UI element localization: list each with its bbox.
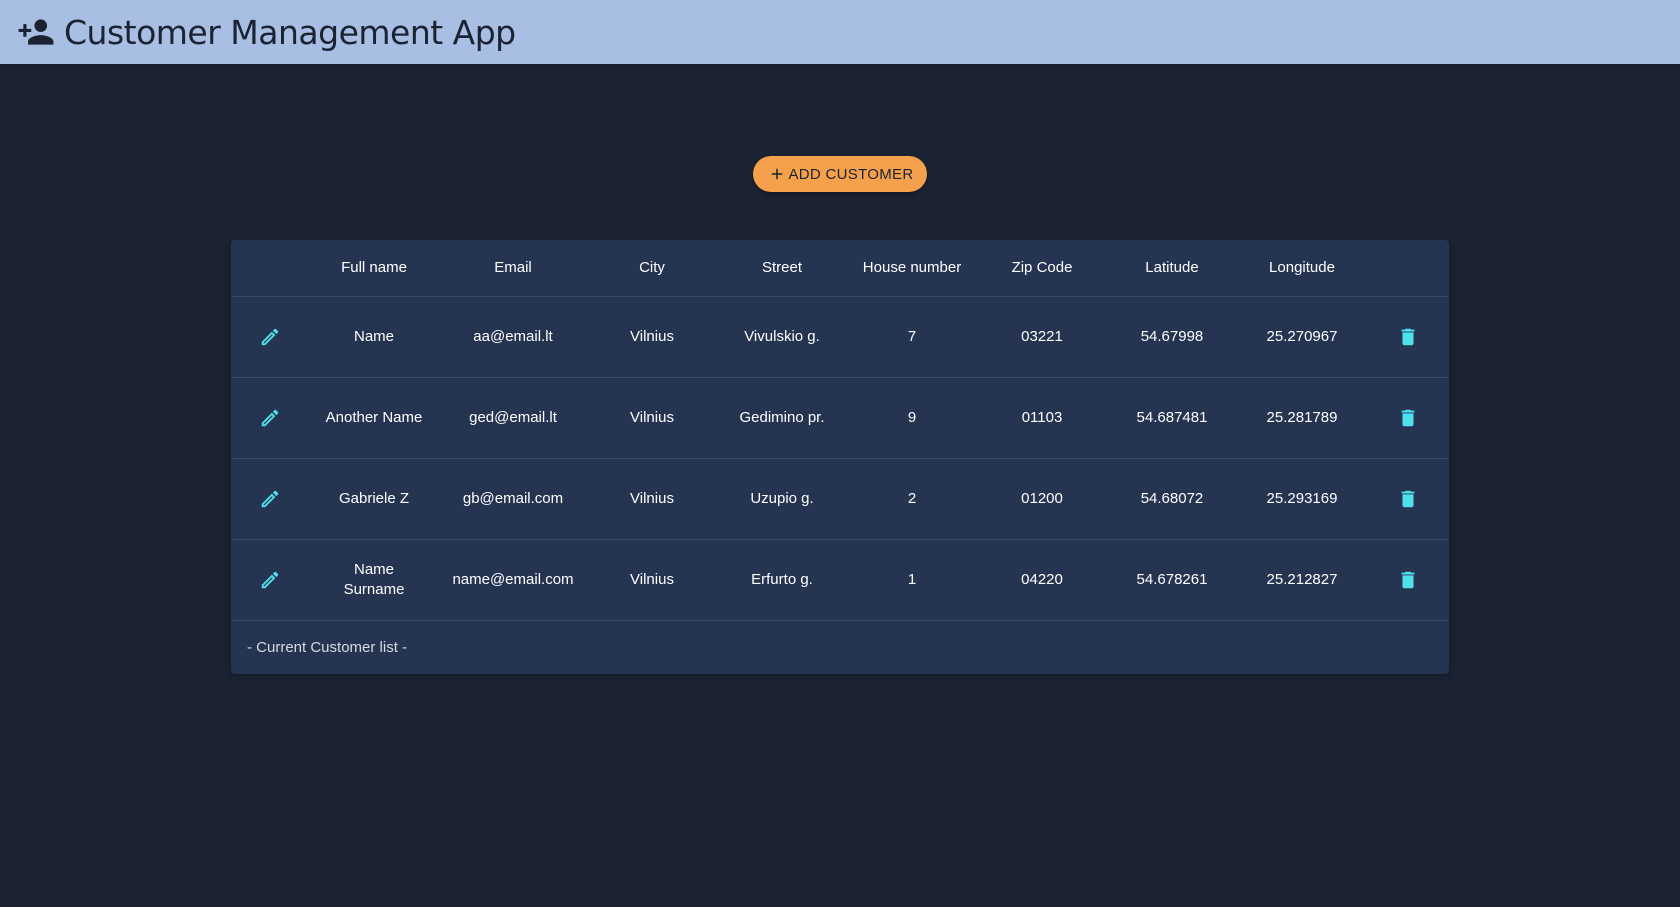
table-row: Another Name ged@email.lt Vilnius Gedimi… bbox=[231, 378, 1449, 459]
header-house-number: House number bbox=[862, 259, 962, 276]
cell-longitude: 25.270967 bbox=[1266, 328, 1338, 345]
table-row: Gabriele Z gb@email.com Vilnius Uzupio g… bbox=[231, 459, 1449, 540]
table-header-row: Full name Email City Street House number… bbox=[231, 240, 1449, 297]
table-caption: - Current Customer list - bbox=[247, 638, 408, 656]
cell-zip-code: 01103 bbox=[1021, 409, 1063, 426]
table-row: Name aa@email.lt Vilnius Vivulskio g. 7 … bbox=[231, 297, 1449, 378]
cell-email: ged@email.lt bbox=[469, 409, 557, 426]
cell-city: Vilnius bbox=[630, 490, 674, 507]
cell-city: Vilnius bbox=[630, 571, 674, 588]
cell-email: gb@email.com bbox=[462, 490, 564, 507]
header-full-name: Full name bbox=[341, 259, 407, 276]
cell-latitude: 54.67998 bbox=[1140, 328, 1204, 345]
cell-email: name@email.com bbox=[452, 571, 574, 588]
cell-house-number: 1 bbox=[907, 571, 917, 588]
cell-street: Uzupio g. bbox=[750, 490, 814, 507]
plus-icon bbox=[767, 164, 787, 184]
cell-longitude: 25.212827 bbox=[1266, 571, 1338, 588]
header-street: Street bbox=[761, 259, 803, 276]
pencil-icon[interactable] bbox=[252, 400, 288, 436]
trash-icon[interactable] bbox=[1390, 400, 1426, 436]
add-customer-label: ADD CUSTOMER bbox=[788, 165, 914, 183]
cell-street: Vivulskio g. bbox=[744, 328, 820, 345]
cell-longitude: 25.281789 bbox=[1266, 409, 1338, 426]
cell-latitude: 54.687481 bbox=[1136, 409, 1208, 426]
cell-house-number: 7 bbox=[907, 328, 917, 345]
pencil-icon[interactable] bbox=[252, 481, 288, 517]
cell-city: Vilnius bbox=[630, 409, 674, 426]
header-city: City bbox=[639, 259, 665, 276]
customer-table: Full name Email City Street House number… bbox=[231, 240, 1449, 674]
add-customer-button[interactable]: ADD CUSTOMER bbox=[753, 156, 927, 192]
cell-house-number: 9 bbox=[907, 409, 917, 426]
cell-zip-code: 01200 bbox=[1021, 490, 1063, 507]
cell-email: aa@email.lt bbox=[473, 328, 553, 345]
trash-icon[interactable] bbox=[1390, 481, 1426, 517]
cell-house-number: 2 bbox=[907, 490, 917, 507]
header-zip-code: Zip Code bbox=[1011, 259, 1073, 276]
pencil-icon[interactable] bbox=[252, 562, 288, 598]
person-add-icon bbox=[16, 12, 56, 52]
trash-icon[interactable] bbox=[1390, 562, 1426, 598]
pencil-icon[interactable] bbox=[252, 319, 288, 355]
cell-full-name: Name bbox=[353, 328, 394, 345]
header-latitude: Latitude bbox=[1145, 259, 1199, 276]
trash-icon[interactable] bbox=[1390, 319, 1426, 355]
app-bar: Customer Management App bbox=[0, 0, 1680, 64]
cell-street: Gedimino pr. bbox=[739, 409, 825, 426]
cell-zip-code: 04220 bbox=[1021, 571, 1063, 588]
cell-latitude: 54.68072 bbox=[1140, 490, 1204, 507]
header-email: Email bbox=[494, 259, 532, 276]
cell-city: Vilnius bbox=[630, 328, 674, 345]
cell-full-name: Another Name bbox=[325, 409, 423, 426]
cell-full-name: Name Surname bbox=[343, 561, 405, 598]
header-longitude: Longitude bbox=[1269, 259, 1335, 276]
cell-longitude: 25.293169 bbox=[1266, 490, 1338, 507]
app-title: Customer Management App bbox=[64, 12, 516, 52]
cell-latitude: 54.678261 bbox=[1136, 571, 1208, 588]
cell-full-name: Gabriele Z bbox=[338, 490, 410, 507]
cell-zip-code: 03221 bbox=[1021, 328, 1063, 345]
cell-street: Erfurto g. bbox=[751, 571, 813, 588]
table-row: Name Surname name@email.com Vilnius Erfu… bbox=[231, 540, 1449, 621]
